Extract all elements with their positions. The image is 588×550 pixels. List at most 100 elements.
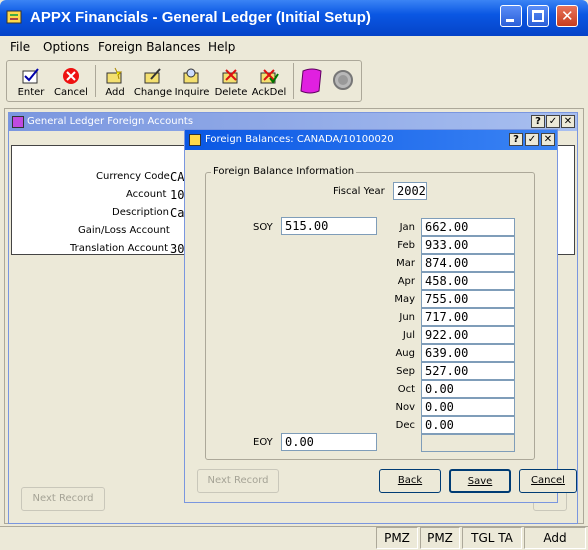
status-tgl-ta: TGL TA xyxy=(462,527,522,549)
toolbar-change-button[interactable]: Change xyxy=(133,63,173,101)
app-icon xyxy=(6,9,24,27)
jun-field[interactable]: 717.00 xyxy=(421,308,515,326)
may-field[interactable]: 755.00 xyxy=(421,290,515,308)
toolbar-ackdel-button[interactable]: AckDel xyxy=(249,63,289,101)
dialog-help-button[interactable]: ? xyxy=(509,133,523,146)
toolbar: Enter Cancel Add Change Inquire Delete A… xyxy=(6,60,362,102)
status-mode: Add xyxy=(524,527,586,549)
status-pmz-1: PMZ xyxy=(376,527,418,549)
account-value: 10 xyxy=(170,188,185,202)
oct-field[interactable]: 0.00 xyxy=(421,380,515,398)
toolbar-cancel-label: Cancel xyxy=(54,87,88,98)
toolbar-change-label: Change xyxy=(133,87,173,98)
toolbar-delete-button[interactable]: Delete xyxy=(211,63,251,101)
jun-label: Jun xyxy=(399,312,415,323)
back-window-icon xyxy=(12,116,24,128)
dialog-close-button[interactable]: ✕ xyxy=(541,133,555,146)
mar-field[interactable]: 874.00 xyxy=(421,254,515,272)
translation-account-label: Translation Account xyxy=(70,243,169,254)
aug-label: Aug xyxy=(395,348,415,359)
feb-label: Feb xyxy=(397,240,415,251)
dec-label: Dec xyxy=(395,420,415,431)
toolbar-delete-label: Delete xyxy=(214,87,248,98)
back-window-title: General Ledger Foreign Accounts xyxy=(27,116,194,127)
toolbar-cancel-button[interactable]: Cancel xyxy=(51,63,91,101)
dialog-title: Foreign Balances: CANADA/10100020 xyxy=(205,134,394,145)
dialog-title-bar: Foreign Balances: CANADA/10100020 ? ✓ ✕ xyxy=(185,130,557,150)
mar-label: Mar xyxy=(396,258,415,269)
feb-field[interactable]: 933.00 xyxy=(421,236,515,254)
cancel-button[interactable]: Cancel xyxy=(519,469,577,493)
toolbar-inquire-label: Inquire xyxy=(174,87,210,98)
eoy-label: EOY xyxy=(253,437,273,448)
save-button[interactable]: Save xyxy=(449,469,511,493)
soy-field[interactable]: 515.00 xyxy=(281,217,377,235)
jan-field[interactable]: 662.00 xyxy=(421,218,515,236)
title-bar: APPX Financials - General Ledger (Initia… xyxy=(0,0,588,36)
dec-field[interactable]: 0.00 xyxy=(421,416,515,434)
add-icon xyxy=(105,67,125,85)
menu-help[interactable]: Help xyxy=(208,40,235,54)
fiscal-year-field[interactable]: 2002 xyxy=(393,182,427,200)
gain-loss-account-label: Gain/Loss Account xyxy=(78,225,170,236)
toolbar-enter-button[interactable]: Enter xyxy=(11,63,51,101)
sep-field[interactable]: 527.00 xyxy=(421,362,515,380)
menu-file[interactable]: File xyxy=(10,40,30,54)
jul-label: Jul xyxy=(402,330,415,341)
apr-field[interactable]: 458.00 xyxy=(421,272,515,290)
jan-label: Jan xyxy=(399,222,415,233)
jul-field[interactable]: 922.00 xyxy=(421,326,515,344)
enter-icon xyxy=(21,67,41,85)
blank-field xyxy=(421,434,515,452)
toolbar-enter-label: Enter xyxy=(17,87,45,98)
back-help-button[interactable]: ? xyxy=(531,115,545,128)
window-title: APPX Financials - General Ledger (Initia… xyxy=(30,9,371,26)
menu-bar: File Options Foreign Balances Help xyxy=(0,36,588,58)
toolbar-add-label: Add xyxy=(105,87,125,98)
toolbar-inquire-button[interactable]: Inquire xyxy=(172,63,212,101)
nov-label: Nov xyxy=(395,402,415,413)
appx-logo-icon[interactable] xyxy=(299,67,325,95)
soy-label: SOY xyxy=(253,222,273,233)
foreign-balances-dialog: Foreign Balances: CANADA/10100020 ? ✓ ✕ … xyxy=(184,129,577,503)
menu-options[interactable]: Options xyxy=(43,40,89,54)
magnifier-icon[interactable] xyxy=(331,67,357,95)
minimize-button[interactable] xyxy=(500,5,522,27)
currency-code-value: CA xyxy=(170,170,185,184)
nov-field[interactable]: 0.00 xyxy=(421,398,515,416)
eoy-field[interactable]: 0.00 xyxy=(281,433,377,451)
close-button[interactable]: ✕ xyxy=(556,5,578,27)
oct-label: Oct xyxy=(397,384,415,395)
apr-label: Apr xyxy=(397,276,415,287)
aug-field[interactable]: 639.00 xyxy=(421,344,515,362)
sep-label: Sep xyxy=(396,366,415,377)
description-value: Ca xyxy=(170,206,185,220)
may-label: May xyxy=(394,294,415,305)
back-next-record-button[interactable]: Next Record xyxy=(21,487,105,511)
status-pmz-2: PMZ xyxy=(420,527,460,549)
toolbar-add-button[interactable]: Add xyxy=(95,63,135,101)
description-label: Description xyxy=(112,207,169,218)
back-button[interactable]: Back xyxy=(379,469,441,493)
group-label: Foreign Balance Information xyxy=(211,166,357,177)
back-close-button[interactable]: ✕ xyxy=(561,115,575,128)
maximize-icon xyxy=(532,10,544,22)
delete-icon xyxy=(221,67,241,85)
menu-foreign-balances[interactable]: Foreign Balances xyxy=(98,40,200,54)
maximize-button[interactable] xyxy=(527,5,549,27)
translation-account-value: 30 xyxy=(170,242,185,256)
dialog-next-record-button[interactable]: Next Record xyxy=(197,469,279,493)
change-icon xyxy=(143,67,163,85)
inquire-icon xyxy=(182,67,202,85)
fiscal-year-label: Fiscal Year xyxy=(333,186,385,197)
close-icon: ✕ xyxy=(561,7,574,25)
back-ok-button[interactable]: ✓ xyxy=(546,115,560,128)
currency-code-label: Currency Code xyxy=(96,171,170,182)
toolbar-separator-2 xyxy=(293,63,294,99)
ackdel-icon xyxy=(259,67,279,85)
account-label: Account xyxy=(126,189,167,200)
dialog-icon xyxy=(189,134,201,146)
minimize-icon xyxy=(506,19,514,22)
toolbar-ackdel-label: AckDel xyxy=(251,87,287,98)
dialog-ok-button[interactable]: ✓ xyxy=(525,133,539,146)
